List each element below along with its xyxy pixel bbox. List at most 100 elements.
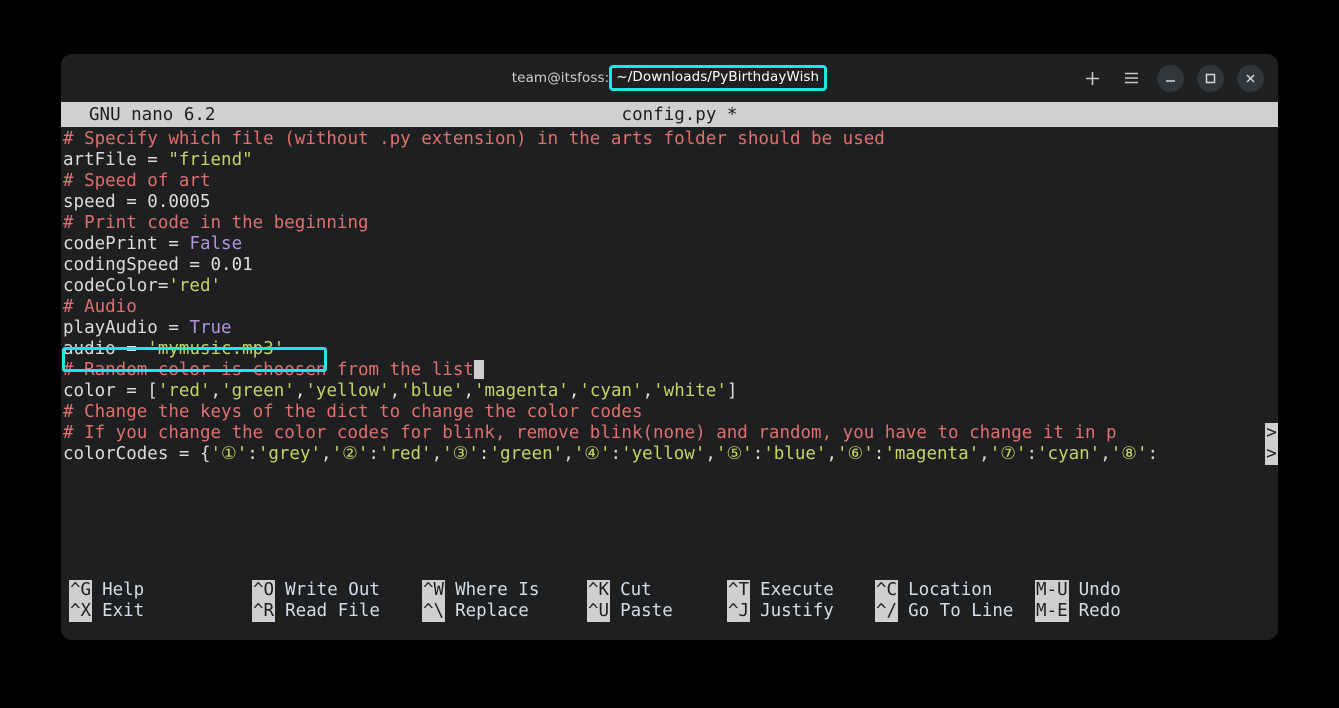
code-line: # Audio <box>61 297 1278 318</box>
nano-filename-label: config.py * <box>61 105 1278 125</box>
shortcut-key: ^\ <box>422 601 445 622</box>
code-token: : <box>611 444 622 464</box>
code-token: 'blue' <box>400 381 463 401</box>
code-line: # Random color is choosen from the list <box>61 360 1278 381</box>
shortcut-key: ^T <box>727 580 750 601</box>
shortcut-where-is[interactable]: ^WWhere Is <box>422 580 587 601</box>
code-token: 'red' <box>379 444 432 464</box>
code-token: 'magenta' <box>474 381 569 401</box>
code-line: codeColor='red' <box>61 276 1278 297</box>
code-line: playAudio = True <box>61 318 1278 339</box>
code-token: codePrint = <box>63 234 189 254</box>
shortcut-label: Undo <box>1079 580 1121 601</box>
code-token: , <box>432 444 443 464</box>
shortcut-key: ^R <box>252 601 275 622</box>
nano-shortcut-footer: ^GHelp^XExit^O Write Out^RRead File^WWher… <box>61 570 1278 640</box>
shortcut-column: ^KCut^UPaste <box>587 580 727 640</box>
code-token: : <box>874 444 885 464</box>
code-token: : <box>1148 444 1159 464</box>
close-icon[interactable] <box>1237 65 1264 92</box>
code-token: : <box>753 444 764 464</box>
shortcut-replace[interactable]: ^\ Replace <box>422 601 587 622</box>
shortcut-label: Help <box>102 580 144 601</box>
code-token: audio = <box>63 339 147 359</box>
shortcut-label: Write Out <box>285 580 380 601</box>
code-token: , <box>563 444 574 464</box>
minimize-icon[interactable] <box>1157 65 1184 92</box>
code-token: # Specify which file (without .py extens… <box>63 129 885 149</box>
shortcut-key: ^C <box>875 580 898 601</box>
shortcut-label: Justify <box>760 601 834 622</box>
code-token: 'green' <box>489 444 563 464</box>
shortcut-cut[interactable]: ^KCut <box>587 580 727 601</box>
shortcut-help[interactable]: ^GHelp <box>69 580 252 601</box>
terminal-window: team@itsfoss: ~/Downloads/PyBirthdayWish <box>61 54 1278 640</box>
code-token: codingSpeed = 0.01 <box>63 255 253 275</box>
shortcut-location[interactable]: ^CLocation <box>875 580 1035 601</box>
shortcut-undo[interactable]: M-U Undo <box>1035 580 1155 601</box>
code-token: # Change the keys of the dict to change … <box>63 402 642 422</box>
window-title-user: team@itsfoss: <box>512 70 610 86</box>
shortcut-label: Paste <box>620 601 673 622</box>
shortcut-write-out[interactable]: ^O Write Out <box>252 580 422 601</box>
code-line: color = ['red','green','yellow','blue','… <box>61 381 1278 402</box>
window-title: team@itsfoss: ~/Downloads/PyBirthdayWish <box>512 65 827 92</box>
code-token: 'yellow' <box>305 381 389 401</box>
shortcut-label: Go To Line <box>908 601 1013 622</box>
shortcut-go-to-line[interactable]: ^/Go To Line <box>875 601 1035 622</box>
code-token: '②' <box>332 444 369 464</box>
code-token: 'cyan' <box>579 381 642 401</box>
code-line: artFile = "friend" <box>61 150 1278 171</box>
shortcut-column: ^WWhere Is^\ Replace <box>422 580 587 640</box>
code-token: 'red' <box>158 381 211 401</box>
code-token: : <box>479 444 490 464</box>
shortcut-label: Execute <box>760 580 834 601</box>
code-token: 'green' <box>221 381 295 401</box>
code-token: '④' <box>574 444 611 464</box>
code-line: # Print code in the beginning <box>61 213 1278 234</box>
code-token: '①' <box>211 444 248 464</box>
shortcut-paste[interactable]: ^UPaste <box>587 601 727 622</box>
code-token: , <box>211 381 222 401</box>
shortcut-column: ^GHelp^XExit <box>69 580 252 640</box>
code-token: '⑦' <box>990 444 1027 464</box>
hamburger-menu-icon[interactable] <box>1118 65 1144 91</box>
shortcut-execute[interactable]: ^T Execute <box>727 580 875 601</box>
shortcut-label: Replace <box>455 601 529 622</box>
code-lines-container: # Specify which file (without .py extens… <box>61 129 1278 465</box>
code-token: # Random color is choosen from the list <box>63 360 474 380</box>
editor-text-area[interactable]: # Specify which file (without .py extens… <box>61 127 1278 570</box>
shortcut-column: ^O Write Out^RRead File <box>252 580 422 640</box>
shortcut-key: ^X <box>69 601 92 622</box>
code-token: , <box>1100 444 1111 464</box>
code-line: codingSpeed = 0.01 <box>61 255 1278 276</box>
shortcut-exit[interactable]: ^XExit <box>69 601 252 622</box>
code-token: False <box>189 234 242 254</box>
shortcut-redo[interactable]: M-ERedo <box>1035 601 1155 622</box>
shortcut-column: M-U UndoM-ERedo <box>1035 580 1155 640</box>
shortcut-key: M-U <box>1035 580 1069 601</box>
shortcut-read-file[interactable]: ^RRead File <box>252 601 422 622</box>
code-line: speed = 0.0005 <box>61 192 1278 213</box>
code-token: , <box>643 381 654 401</box>
shortcut-justify[interactable]: ^JJustify <box>727 601 875 622</box>
code-line: # Change the keys of the dict to change … <box>61 402 1278 423</box>
code-token: "friend" <box>168 150 252 170</box>
code-token: playAudio = <box>63 318 189 338</box>
shortcut-key: M-E <box>1035 601 1069 622</box>
code-token: 'blue' <box>763 444 826 464</box>
code-token: , <box>705 444 716 464</box>
code-token: , <box>826 444 837 464</box>
code-token: '③' <box>442 444 479 464</box>
maximize-icon[interactable] <box>1197 65 1224 92</box>
shortcut-key: ^W <box>422 580 445 601</box>
shortcut-key: ^O <box>252 580 275 601</box>
code-line: codePrint = False <box>61 234 1278 255</box>
code-token: , <box>463 381 474 401</box>
code-line: colorCodes = {'①':'grey','②':'red','③':'… <box>61 444 1278 465</box>
new-tab-icon[interactable] <box>1079 65 1105 91</box>
code-token: 'yellow' <box>621 444 705 464</box>
code-token: 'mymusic.mp3' <box>147 339 284 359</box>
code-token: , <box>321 444 332 464</box>
code-token: # Audio <box>63 297 137 317</box>
